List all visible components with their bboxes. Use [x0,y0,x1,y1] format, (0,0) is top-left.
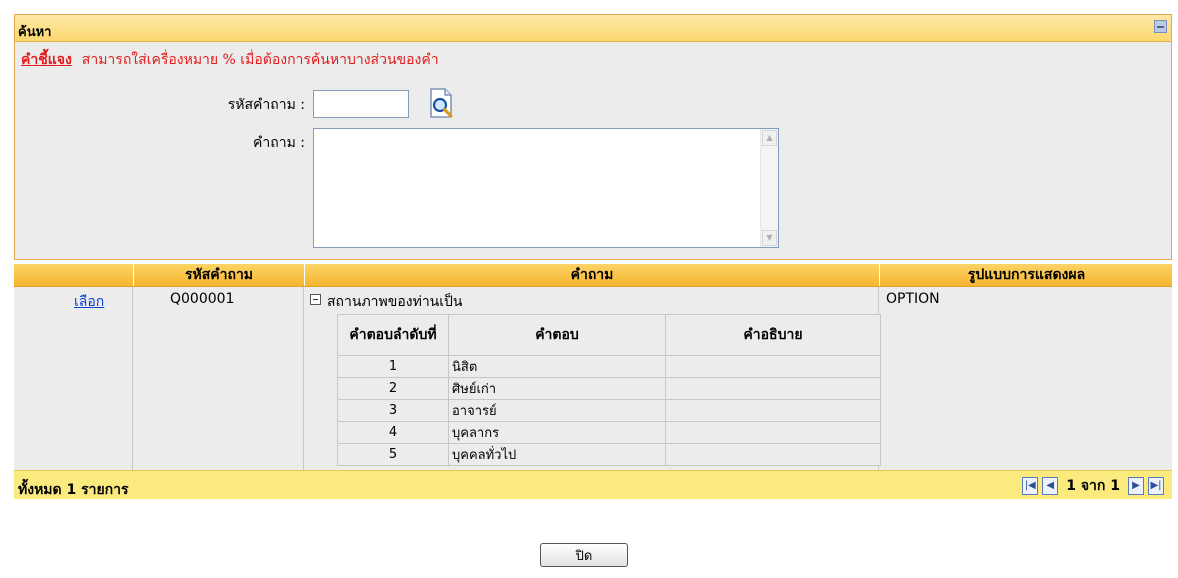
first-page-icon[interactable]: |◀ [1022,477,1039,495]
close-button[interactable]: ปิด [540,543,628,567]
search-title: ค้นหา [18,25,52,40]
answer-desc-header: คำอธิบาย [665,314,881,356]
question-id-label: รหัสคำถาม : [227,97,305,113]
column-divider [303,287,304,470]
answer-no: 1 [337,355,449,378]
question-label: คำถาม : [253,135,305,151]
total-count: ทั้งหมด 1 รายการ [18,482,129,498]
col-question-id: รหัสคำถาม [133,264,304,286]
display-type-cell: OPTION [886,291,940,307]
question-id-input[interactable] [313,90,409,118]
answer-no: 2 [337,377,449,400]
last-page-icon[interactable]: ▶| [1148,477,1164,495]
answer-desc [665,421,881,444]
collapse-icon[interactable] [1154,20,1167,33]
answer-no: 5 [337,443,449,466]
scroll-down-icon[interactable]: ▼ [762,230,777,246]
hint: คำชี้แจง สามารถใส่เครื่องหมาย % เมื่อต้อง… [21,49,439,71]
answer-header: คำตอบ [448,314,666,356]
hint-text: สามารถใส่เครื่องหมาย % เมื่อต้องการค้นหา… [81,52,439,68]
answer-text: ศิษย์เก่า [448,377,666,400]
pager: |◀ ◀ 1 จาก 1 ▶ ▶| [1022,475,1164,497]
column-divider [132,287,133,470]
col-question: คำถาม [304,264,879,286]
question-text: สถานภาพของท่านเป็น [327,294,463,310]
col-select [14,264,132,286]
answer-desc [665,355,881,378]
answer-text: บุคคลทั่วไป [448,443,666,466]
grid-footer: ทั้งหมด 1 รายการ |◀ ◀ 1 จาก 1 ▶ ▶| [14,470,1172,499]
answer-row: 1 นิสิต [337,355,881,378]
answer-no: 3 [337,399,449,422]
answer-text: บุคลากร [448,421,666,444]
select-link[interactable]: เลือก [74,291,104,313]
grid-header: รหัสคำถาม คำถาม รูปแบบการแสดงผล [14,264,1172,287]
answer-no-header: คำตอบลำดับที่ [337,314,449,356]
question-textarea[interactable]: ▲ ▼ [313,128,779,248]
next-page-icon[interactable]: ▶ [1128,477,1144,495]
answer-no: 4 [337,421,449,444]
scroll-up-icon[interactable]: ▲ [762,130,777,146]
answer-text: นิสิต [448,355,666,378]
result-grid: รหัสคำถาม คำถาม รูปแบบการแสดงผล เลือก Q0… [14,264,1172,499]
answer-table: คำตอบลำดับที่ คำตอบ คำอธิบาย 1 นิสิต 2 ศ… [337,314,881,466]
question-id-cell: Q000001 [170,291,235,307]
search-dialog: ค้นหา คำชี้แจง สามารถใส่เครื่องหมาย % เมื… [14,14,1172,534]
answer-row: 5 บุคคลทั่วไป [337,443,881,466]
prev-page-icon[interactable]: ◀ [1042,477,1059,495]
answer-row: 3 อาจารย์ [337,399,881,422]
col-display-type: รูปแบบการแสดงผล [879,264,1173,286]
search-panel-header: ค้นหา [15,15,1171,42]
textarea-scrollbar[interactable]: ▲ ▼ [760,129,778,247]
hint-label: คำชี้แจง [21,52,72,68]
answer-row: 4 บุคลากร [337,421,881,444]
search-panel: ค้นหา คำชี้แจง สามารถใส่เครื่องหมาย % เมื… [14,14,1172,260]
pager-text: 1 จาก 1 [1066,478,1120,494]
answer-desc [665,399,881,422]
lookup-magnifier-icon[interactable] [425,87,457,121]
answer-desc [665,377,881,400]
table-row: เลือก Q000001 สถานภาพของท่านเป็น OPTION … [14,287,1172,470]
answer-text: อาจารย์ [448,399,666,422]
answer-desc [665,443,881,466]
answer-row: 2 ศิษย์เก่า [337,377,881,400]
expand-toggle-icon[interactable] [310,294,321,305]
